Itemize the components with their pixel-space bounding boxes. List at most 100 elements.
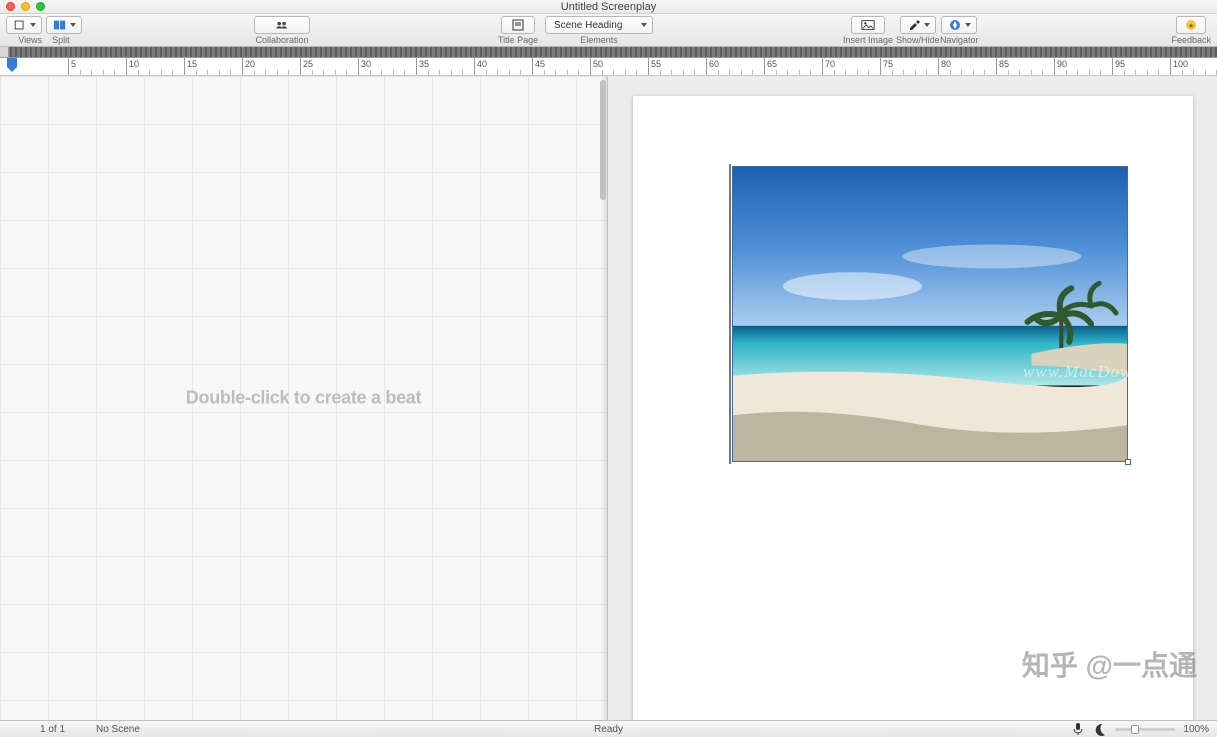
ruler-subtick [544,70,545,75]
ruler-subtick [346,70,347,75]
ruler-subtick [787,70,788,75]
star-icon: ★ [1184,19,1198,31]
ruler-subtick [752,70,753,75]
ruler-subtick [509,70,510,75]
split-label: Split [52,35,70,45]
ruler-subtick [230,70,231,75]
ruler-subtick [486,70,487,75]
showhide-button[interactable] [900,16,936,34]
elements-dropdown[interactable]: Scene Heading [545,16,653,34]
views-button[interactable] [6,16,42,34]
ruler-subtick [254,70,255,75]
resize-handle-icon[interactable] [1125,459,1131,465]
ruler-subtick [370,70,371,75]
toolbar-group-title-page: Title Page [498,16,538,45]
status-page-count: 1 of 1 [40,724,65,735]
insert-image-label: Insert Image [843,35,893,45]
beat-board-pane[interactable]: Double-click to create a beat [0,76,608,720]
toolbar-group-navigator: Navigator [940,16,979,45]
timeline-strip[interactable] [0,47,1217,58]
split-button[interactable] [46,16,82,34]
minimize-icon[interactable] [21,2,30,11]
showhide-label: Show/Hide [896,35,940,45]
ruler-subtick [462,70,463,75]
split-icon [53,19,67,31]
ruler-subtick [161,70,162,75]
ruler-subtick [335,70,336,75]
image-icon [861,19,875,31]
ruler-subtick [810,70,811,75]
toolbar: Views Split Collaboration Title Page Sce… [0,14,1217,47]
inserted-image[interactable] [732,166,1128,462]
main-area: Double-click to create a beat [0,76,1217,720]
script-page[interactable]: www.MacDown.com [633,96,1193,720]
collaboration-button[interactable] [254,16,310,34]
ruler-subtick [497,70,498,75]
ruler-subtick [718,70,719,75]
title-page-icon [511,19,525,31]
toolbar-group-feedback: ★ Feedback [1171,16,1211,45]
feedback-button[interactable]: ★ [1176,16,1206,34]
elements-label: Elements [580,35,618,45]
ruler-subtick [196,70,197,75]
views-label: Views [18,35,42,45]
maximize-icon[interactable] [36,2,45,11]
ruler-subtick [729,70,730,75]
ruler-subtick [1205,70,1206,75]
ruler-subtick [91,70,92,75]
ruler-subtick [683,70,684,75]
ruler-subtick [613,70,614,75]
microphone-icon[interactable] [1071,722,1085,736]
ruler-subtick [950,70,951,75]
ruler-subtick [381,70,382,75]
ruler-subtick [625,70,626,75]
ruler-subtick [404,70,405,75]
ruler-subtick [80,70,81,75]
ruler-subtick [1158,70,1159,75]
ruler-subtick [602,70,603,75]
zoom-thumb[interactable] [1131,725,1139,734]
ruler-subtick [1193,70,1194,75]
title-page-button[interactable] [501,16,535,34]
collaboration-label: Collaboration [255,35,308,45]
ruler-subtick [694,70,695,75]
ruler-tick: 5 [68,58,76,75]
ruler-subtick [1147,70,1148,75]
navigator-button[interactable] [941,16,977,34]
ruler-subtick [555,70,556,75]
ruler-subtick [915,70,916,75]
ruler-subtick [1008,70,1009,75]
insert-image-button[interactable] [851,16,885,34]
ruler-subtick [312,70,313,75]
ruler-subtick [926,70,927,75]
ruler-subtick [149,70,150,75]
ruler-subtick [265,70,266,75]
ruler-subtick [1089,70,1090,75]
ruler-subtick [520,70,521,75]
margin-guide [729,164,731,464]
status-state: Ready [594,724,623,735]
toolbar-group-collaboration: Collaboration [254,16,310,45]
ruler-subtick [451,70,452,75]
close-icon[interactable] [6,2,15,11]
ruler-subtick [207,70,208,75]
night-mode-icon[interactable] [1093,722,1107,736]
zoom-slider[interactable] [1115,728,1175,731]
ruler[interactable]: 5101520253035404550556065707580859095100 [0,58,1217,76]
ruler-subtick [741,70,742,75]
scroll-thumb[interactable] [600,80,606,200]
ruler-subtick [428,70,429,75]
ruler-subtick [1100,70,1101,75]
ruler-subtick [903,70,904,75]
status-bar: 1 of 1 No Scene Ready 100% [0,720,1217,737]
ruler-subtick [961,70,962,75]
beat-board-placeholder: Double-click to create a beat [186,388,421,409]
ruler-subtick [671,70,672,75]
svg-text:★: ★ [1188,22,1194,30]
ruler-subtick [172,70,173,75]
ruler-playhead-icon[interactable] [7,58,17,76]
ruler-subtick [1042,70,1043,75]
script-pane[interactable]: www.MacDown.com 知乎 @一点通 [608,76,1217,720]
scrollbar[interactable] [600,76,606,720]
ruler-subtick [1124,70,1125,75]
